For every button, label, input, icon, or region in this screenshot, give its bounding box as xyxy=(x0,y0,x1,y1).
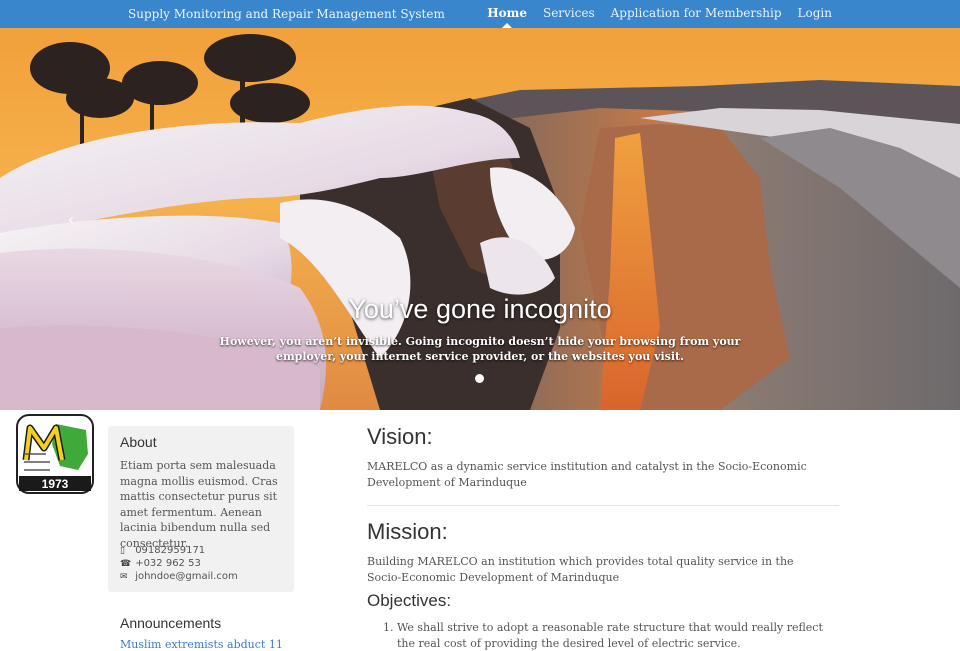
announcement-link[interactable]: Muslim extremists abduct 11 xyxy=(120,638,283,651)
nav-item-label: Home xyxy=(487,6,527,20)
carousel-prev-button[interactable]: ‹ xyxy=(62,208,80,232)
envelope-icon: ✉ xyxy=(120,572,128,582)
about-title: About xyxy=(120,434,157,450)
carousel-indicator-dot[interactable] xyxy=(475,374,484,383)
list-item: We shall strive to adopt a reasonable ra… xyxy=(397,620,837,651)
top-navbar: Supply Monitoring and Repair Management … xyxy=(0,0,960,28)
contact-phone: ☎ +032 962 53 xyxy=(120,557,201,570)
nav-item-label: Login xyxy=(797,6,832,20)
contact-email-value[interactable]: johndoe@gmail.com xyxy=(135,571,238,582)
nav-item-label: Application for Membership xyxy=(610,6,782,20)
carousel-caption: However, you aren’t invisible. Going inc… xyxy=(219,335,741,363)
nav-item-home[interactable]: Home xyxy=(487,0,527,28)
nav-item-membership[interactable]: Application for Membership xyxy=(611,0,782,28)
carousel-title: You’ve gone incognito xyxy=(348,294,612,324)
marelco-logo: 1973 xyxy=(16,414,94,494)
objectives-heading: Objectives: xyxy=(367,591,452,610)
contact-mobile: ▯ 09182959171 xyxy=(120,544,205,557)
nav-item-label: Services xyxy=(542,6,595,20)
about-text: Etiam porta sem malesuada magna mollis e… xyxy=(120,459,278,550)
about-panel: About Etiam porta sem malesuada magna mo… xyxy=(108,426,294,592)
nav-item-services[interactable]: Services xyxy=(543,0,595,28)
logo-year-text: 1973 xyxy=(42,477,69,491)
objectives-list: We shall strive to adopt a reasonable ra… xyxy=(367,620,837,651)
mission-heading: Mission: xyxy=(367,519,448,544)
navbar-brand[interactable]: Supply Monitoring and Repair Management … xyxy=(128,0,445,28)
nav-item-login[interactable]: Login xyxy=(798,0,832,28)
hero-carousel: ‹ You’ve gone incognito However, you are… xyxy=(0,28,960,410)
nav-menu: Home Services Application for Membership… xyxy=(471,0,832,28)
section-divider xyxy=(367,505,839,506)
vision-heading: Vision: xyxy=(367,424,433,449)
contact-mobile-value: 09182959171 xyxy=(135,545,206,556)
vision-text: MARELCO as a dynamic service institution… xyxy=(367,460,807,489)
mission-text: Building MARELCO an institution which pr… xyxy=(367,555,794,584)
contact-email: ✉ johndoe@gmail.com xyxy=(120,570,238,583)
contact-phone-value: +032 962 53 xyxy=(135,558,201,569)
announcements-title: Announcements xyxy=(120,615,222,631)
